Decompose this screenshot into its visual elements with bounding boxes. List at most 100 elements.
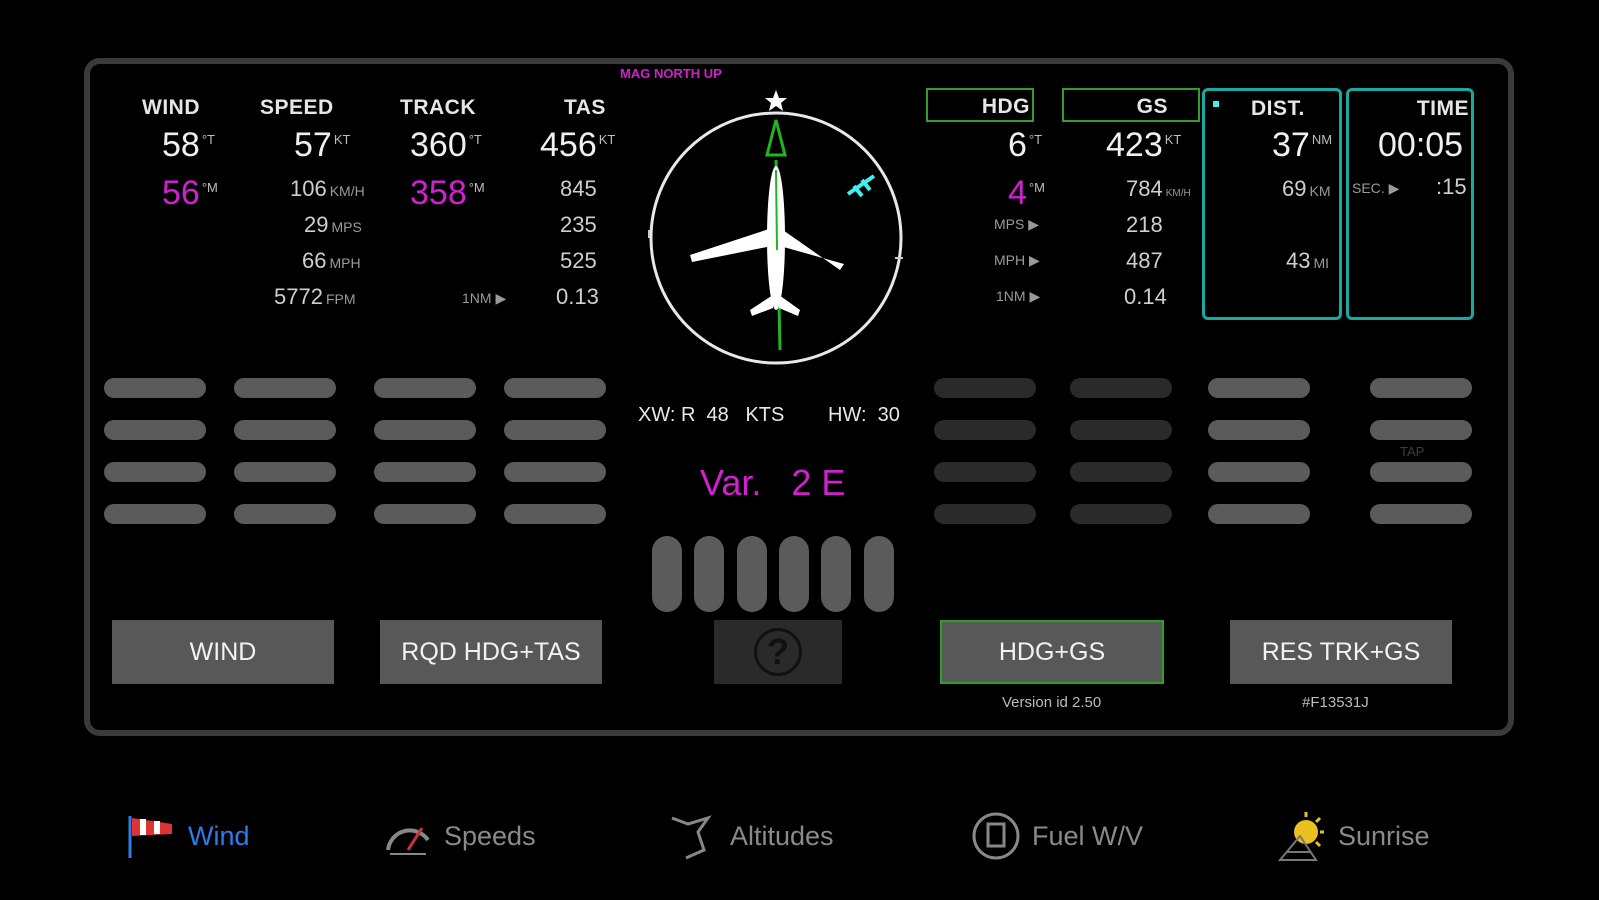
- track-input-slot[interactable]: [374, 462, 476, 482]
- tab-speeds-label: Speeds: [444, 820, 536, 851]
- time-input-slot[interactable]: [1370, 462, 1472, 482]
- speed-number: 57: [294, 126, 332, 164]
- tab-altitudes[interactable]: Altitudes: [668, 808, 834, 864]
- tas-row-mps: 235: [560, 212, 597, 237]
- track-input-slot[interactable]: [374, 378, 476, 398]
- hdg-mph-label[interactable]: MPH ▶: [994, 252, 1040, 269]
- time-header: TIME: [1416, 97, 1469, 120]
- tas-unit: KT: [598, 131, 616, 147]
- speed-input-slot[interactable]: [234, 378, 336, 398]
- gs-row-1nm: 0.14: [1124, 284, 1167, 309]
- headwind-readout: HW: 30: [828, 404, 900, 426]
- wind-mag-number: 56: [162, 174, 200, 212]
- speed-header: SPEED: [260, 96, 334, 119]
- wind-input-slot[interactable]: [104, 462, 206, 482]
- version-label: Version id 2.50: [1002, 694, 1102, 711]
- gs-input-slot[interactable]: [1070, 378, 1172, 398]
- hdg-true-unit: °T: [1028, 131, 1043, 147]
- variation-input-slot[interactable]: [694, 536, 724, 612]
- gs-input-slot[interactable]: [1070, 462, 1172, 482]
- speed-value: 57 KT: [294, 126, 350, 165]
- variation-input-slot[interactable]: [821, 536, 851, 612]
- dist-input-slot[interactable]: [1208, 378, 1310, 398]
- gs-row-mph: 487: [1126, 248, 1163, 273]
- time-input-slot[interactable]: [1370, 378, 1472, 398]
- dist-input-slot[interactable]: [1208, 462, 1310, 482]
- gs-box[interactable]: GS: [1062, 88, 1200, 122]
- tab-wind[interactable]: Wind: [126, 808, 250, 864]
- variation-input-slot[interactable]: [652, 536, 682, 612]
- speed-row-mps: 29 MPS: [304, 212, 362, 237]
- track-mag-number: 358: [410, 174, 467, 212]
- track-pointer-icon: [765, 119, 787, 157]
- speed-input-slot[interactable]: [234, 462, 336, 482]
- track-nm-label[interactable]: 1NM ▶: [462, 290, 506, 307]
- hdg-input-slot[interactable]: [934, 504, 1036, 524]
- speed-row-mph: 66 MPH: [302, 248, 361, 273]
- hdg-box[interactable]: HDG: [926, 88, 1034, 122]
- tas-input-slot[interactable]: [504, 420, 606, 440]
- time-box[interactable]: TIME: [1346, 88, 1474, 320]
- calculator-panel: WIND SPEED TRACK TAS 58 °T 56 °M 57 KT 106 K…: [84, 58, 1514, 736]
- hdg-gs-button[interactable]: HDG+GS: [940, 620, 1164, 684]
- tas-row-1nm: 0.13: [556, 284, 599, 309]
- hdg-input-slot[interactable]: [934, 462, 1036, 482]
- hdg-mps-label[interactable]: MPS ▶: [994, 216, 1039, 233]
- time-input-slot[interactable]: [1370, 420, 1472, 440]
- res-trk-gs-button[interactable]: RES TRK+GS: [1230, 620, 1452, 684]
- tas-number: 456: [540, 126, 597, 164]
- gs-input-slot[interactable]: [1070, 504, 1172, 524]
- wind-input-slot[interactable]: [104, 378, 206, 398]
- build-label: #F13531J: [1302, 694, 1369, 711]
- dist-row-mi: 43 MI: [1286, 248, 1330, 273]
- tas-input-slot[interactable]: [504, 378, 606, 398]
- variation-input-slot[interactable]: [864, 536, 894, 612]
- track-input-slot[interactable]: [374, 504, 476, 524]
- tab-speeds[interactable]: Speeds: [382, 808, 536, 864]
- track-header: TRACK: [400, 96, 476, 119]
- hdg-input-slot[interactable]: [934, 378, 1036, 398]
- speed-input-slot[interactable]: [234, 504, 336, 524]
- tab-fuel-wv[interactable]: Fuel W/V: [970, 808, 1143, 864]
- tas-value: 456 KT: [540, 126, 615, 165]
- wind-input-slot[interactable]: [104, 420, 206, 440]
- hdg-true-number: 6: [1008, 126, 1027, 164]
- rqd-hdg-tas-button[interactable]: RQD HDG+TAS: [380, 620, 602, 684]
- variation-input-slot[interactable]: [737, 536, 767, 612]
- dist-input-slot[interactable]: [1208, 420, 1310, 440]
- fuel-icon: [970, 810, 1022, 862]
- wind-mag-unit: °M: [201, 179, 218, 195]
- tas-input-slot[interactable]: [504, 504, 606, 524]
- tas-input-slot[interactable]: [504, 462, 606, 482]
- gs-row-mps: 218: [1126, 212, 1163, 237]
- track-mag-unit: °M: [468, 179, 485, 195]
- wind-true-value: 58 °T: [162, 126, 215, 165]
- speed-row-kmh: 106 KM/H: [290, 176, 365, 201]
- gs-header: GS: [1136, 95, 1168, 118]
- gs-unit: KT: [1164, 131, 1182, 147]
- dist-row-km: 69 KM: [1282, 176, 1331, 201]
- speedometer-icon: [382, 810, 434, 862]
- speed-row-fpm: 5772 FPM: [274, 284, 356, 309]
- speed-input-slot[interactable]: [234, 420, 336, 440]
- hdg-input-slot[interactable]: [934, 420, 1036, 440]
- variation-input-slot[interactable]: [779, 536, 809, 612]
- gs-input-slot[interactable]: [1070, 420, 1172, 440]
- wind-input-slot[interactable]: [104, 504, 206, 524]
- dist-box[interactable]: DIST.: [1202, 88, 1342, 320]
- help-button[interactable]: ?: [714, 620, 842, 684]
- tab-sunrise-label: Sunrise: [1338, 820, 1430, 851]
- time-sec-label[interactable]: SEC. ▶: [1352, 180, 1399, 197]
- time-input-slot[interactable]: [1370, 504, 1472, 524]
- track-true-number: 360: [410, 126, 467, 164]
- hdg-1nm-label[interactable]: 1NM ▶: [996, 288, 1040, 305]
- wind-button[interactable]: WIND: [112, 620, 334, 684]
- tas-row-kmh: 845: [560, 176, 597, 201]
- track-true-value: 360 °T: [410, 126, 482, 165]
- hdg-header: HDG: [981, 95, 1030, 118]
- gs-value: 423 KT: [1106, 126, 1181, 165]
- track-input-slot[interactable]: [374, 420, 476, 440]
- dist-input-slot[interactable]: [1208, 504, 1310, 524]
- crosswind-readout: XW: R 48 KTS: [638, 404, 785, 426]
- tab-sunrise[interactable]: Sunrise: [1276, 808, 1430, 864]
